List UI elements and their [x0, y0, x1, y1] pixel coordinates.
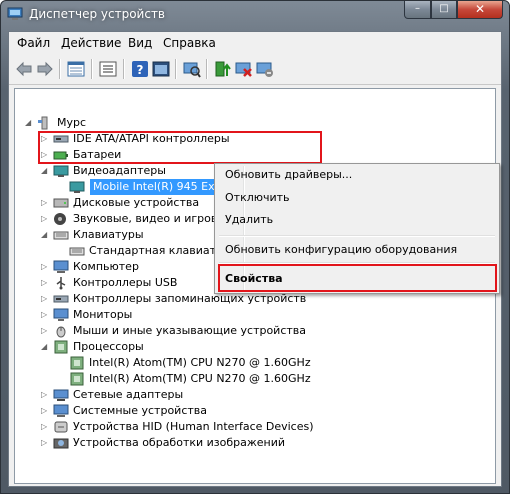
- computer-root-icon: [38, 116, 48, 130]
- title-bar[interactable]: Диспетчер устройств – □ ✕: [1, 1, 509, 29]
- disk-drive-icon: [53, 198, 69, 208]
- tree-item-label: Системные устройства: [73, 404, 207, 417]
- scan-hardware-icon[interactable]: [181, 58, 203, 80]
- monitor-icon: [53, 308, 69, 321]
- sound-icon: [54, 213, 66, 225]
- back-arrow-icon[interactable]: [13, 58, 35, 80]
- computer-icon: [53, 260, 69, 273]
- maximize-button[interactable]: □: [431, 1, 457, 19]
- svg-text:?: ?: [137, 63, 144, 77]
- expand-arrow-icon[interactable]: ▷: [41, 323, 49, 339]
- expand-arrow-icon[interactable]: ▷: [41, 291, 49, 307]
- expand-arrow-icon[interactable]: ▷: [41, 259, 49, 275]
- tree-item-label: Клавиатуры: [73, 228, 144, 241]
- tree-item-label: Дисковые устройства: [73, 196, 200, 209]
- tree-item-label: Устройства HID (Human Interface Devices): [73, 420, 314, 433]
- ctx-scan-hardware[interactable]: Обновить конфигурацию оборудования: [225, 243, 457, 256]
- expand-arrow-icon[interactable]: ▷: [41, 307, 49, 323]
- uninstall-device-icon[interactable]: [254, 58, 276, 80]
- tree-item-label: Компьютер: [73, 260, 139, 273]
- collapse-arrow-icon[interactable]: ◢: [41, 163, 49, 179]
- disable-device-icon[interactable]: [233, 58, 255, 80]
- properties-grid-icon[interactable]: [65, 58, 87, 80]
- expand-arrow-icon[interactable]: ▷: [41, 195, 49, 211]
- menu-bar: Файл Действие Вид Справка: [9, 32, 501, 54]
- tree-item-label: Intel(R) Atom(TM) CPU N270 @ 1.60GHz: [89, 372, 311, 385]
- close-button[interactable]: ✕: [457, 1, 503, 19]
- help-icon[interactable]: ?: [129, 58, 151, 80]
- expand-arrow-icon[interactable]: ▷: [41, 387, 49, 403]
- cpu-icon: [70, 372, 84, 386]
- cpu-icon: [70, 356, 84, 370]
- keyboard-icon: [69, 247, 85, 256]
- properties-highlight-box: [218, 264, 497, 292]
- toolbar-separator: [123, 59, 125, 79]
- system-devices-icon: [53, 404, 69, 417]
- collapse-arrow-icon[interactable]: ◢: [25, 115, 33, 131]
- minimize-button[interactable]: –: [404, 1, 431, 19]
- tree-item-label: Видеоадаптеры: [73, 164, 166, 177]
- expand-arrow-icon[interactable]: ▷: [41, 419, 49, 435]
- tree-item-label: Intel(R) Atom(TM) CPU N270 @ 1.60GHz: [89, 356, 311, 369]
- menu-action[interactable]: Действие: [61, 36, 121, 50]
- toolbar: ?: [9, 54, 501, 85]
- menu-help[interactable]: Справка: [163, 36, 216, 50]
- toolbar-separator: [59, 59, 61, 79]
- device-manager-app-icon: [7, 7, 23, 20]
- hid-icon: [54, 421, 68, 433]
- storage-controller-icon: [53, 295, 69, 303]
- ctx-disable[interactable]: Отключить: [225, 191, 290, 204]
- ctx-uninstall[interactable]: Удалить: [225, 213, 273, 226]
- console-icon[interactable]: [150, 58, 172, 80]
- tree-root-label: Мурс: [57, 116, 87, 129]
- tree-item-label: Устройства обработки изображений: [73, 436, 286, 449]
- toolbar-separator: [175, 59, 177, 79]
- keyboard-icon: [53, 231, 69, 240]
- ctx-update-drivers[interactable]: Обновить драйверы...: [225, 168, 352, 181]
- tree-item-label: Сетевые адаптеры: [73, 388, 184, 401]
- toolbar-separator: [91, 59, 93, 79]
- mouse-icon: [56, 326, 66, 338]
- expand-arrow-icon[interactable]: ▷: [41, 435, 49, 451]
- toolbar-separator: [206, 59, 208, 79]
- tree-item-label: Мыши и иные указывающие устройства: [73, 324, 307, 337]
- expand-arrow-icon[interactable]: ▷: [41, 403, 49, 419]
- expand-arrow-icon[interactable]: ▷: [41, 211, 49, 227]
- menu-view[interactable]: Вид: [128, 36, 152, 50]
- usb-icon: [56, 277, 66, 290]
- window-title: Диспетчер устройств: [29, 7, 166, 21]
- tree-item-label: Контроллеры USB: [73, 276, 178, 289]
- menu-file[interactable]: Файл: [17, 36, 50, 50]
- update-driver-icon[interactable]: [212, 58, 234, 80]
- cpu-icon: [54, 340, 68, 354]
- network-adapter-icon: [53, 389, 69, 401]
- display-adapter-highlight-box: [38, 131, 322, 164]
- collapse-arrow-icon[interactable]: ◢: [41, 227, 49, 243]
- context-menu-separator: [219, 235, 495, 237]
- tree-item-label: Процессоры: [73, 340, 144, 353]
- forward-arrow-icon[interactable]: [34, 58, 56, 80]
- collapse-arrow-icon[interactable]: ◢: [41, 339, 49, 355]
- list-icon[interactable]: [97, 58, 119, 80]
- imaging-device-icon: [53, 438, 69, 449]
- expand-arrow-icon[interactable]: ▷: [41, 275, 49, 291]
- tree-item-label: Мониторы: [73, 308, 133, 321]
- display-adapter-icon: [69, 181, 85, 193]
- display-adapter-icon: [53, 165, 69, 177]
